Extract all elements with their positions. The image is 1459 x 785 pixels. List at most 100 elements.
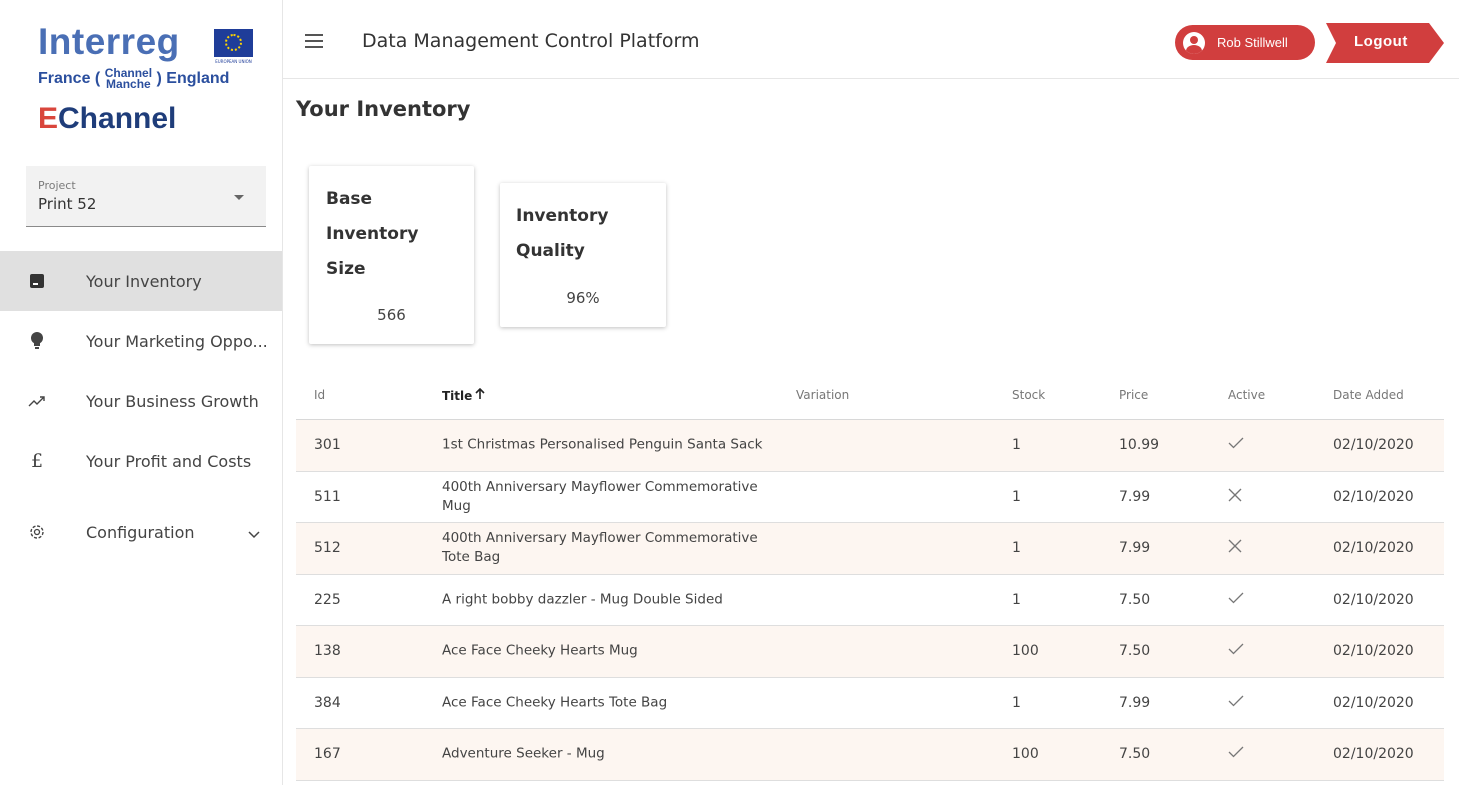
trending-up-icon	[27, 391, 47, 411]
inventory-table: Id Title Variation Stock Price Active Da…	[296, 369, 1444, 781]
logout-button[interactable]: Logout	[1326, 23, 1444, 63]
project-select[interactable]: Project Print 52	[26, 166, 266, 227]
cell-price: 7.50	[1119, 643, 1151, 660]
cell-id: 225	[314, 591, 341, 608]
cell-date-added: 02/10/2020	[1333, 746, 1414, 763]
cell-stock: 1	[1012, 488, 1021, 505]
cell-stock: 100	[1012, 643, 1039, 660]
logo-region-stack: Channel Manche	[105, 67, 152, 91]
sidebar-item-your-marketing-opportunities[interactable]: Your Marketing Oppo...	[0, 311, 282, 371]
table-row[interactable]: 511 400th Anniversary Mayflower Commemora…	[296, 472, 1444, 523]
logo-region-left: France (	[38, 70, 101, 88]
logo-region-bottom: Manche	[106, 77, 151, 91]
logo-region: France ( Channel Manche ) England	[38, 67, 230, 91]
cell-date-added: 02/10/2020	[1333, 437, 1414, 454]
cell-price: 7.50	[1119, 746, 1151, 763]
cell-date-added: 02/10/2020	[1333, 643, 1414, 660]
app-title: Data Management Control Platform	[362, 30, 700, 52]
table-row[interactable]: 384 Ace Face Cheeky Hearts Tote Bag 1 7.99 0…	[296, 678, 1444, 729]
close-icon	[1228, 539, 1242, 557]
logo-product-e: E	[38, 102, 59, 135]
cell-price: 7.99	[1119, 540, 1151, 557]
pound-icon: £	[30, 450, 44, 472]
check-icon	[1228, 643, 1244, 659]
card-title: Base Inventory Size	[326, 189, 419, 279]
sidebar-item-configuration[interactable]: Configuration	[0, 502, 282, 562]
eu-caption: EUROPEAN UNION	[215, 59, 252, 64]
cell-title: 400th Anniversary Mayflower Commemorativ…	[442, 530, 758, 566]
cell-id: 138	[314, 643, 341, 660]
table-row[interactable]: 225 A right bobby dazzler - Mug Double Si…	[296, 575, 1444, 626]
cell-title: 400th Anniversary Mayflower Commemorativ…	[442, 478, 758, 514]
column-header-stock[interactable]: Stock	[1012, 388, 1045, 402]
base-inventory-size-card: Base Inventory Size 566	[309, 166, 474, 344]
logout-label: Logout	[1354, 33, 1408, 50]
card-value: 566	[377, 306, 406, 324]
cell-id: 512	[314, 540, 341, 557]
table-body: 301 1st Christmas Personalised Penguin Sa…	[296, 420, 1444, 781]
check-icon	[1228, 592, 1244, 608]
card-title: Inventory Quality	[516, 206, 609, 261]
cell-price: 7.50	[1119, 591, 1151, 608]
cell-stock: 1	[1012, 694, 1021, 711]
cell-title: 1st Christmas Personalised Penguin Santa…	[442, 436, 763, 453]
menu-icon[interactable]	[305, 34, 323, 48]
cell-stock: 1	[1012, 540, 1021, 557]
cell-date-added: 02/10/2020	[1333, 591, 1414, 608]
project-select-label: Project	[38, 179, 76, 192]
card-value: 96%	[566, 289, 600, 307]
cell-stock: 1	[1012, 591, 1021, 608]
logo-region-right: ) England	[156, 70, 230, 88]
project-select-value: Print 52	[38, 195, 97, 213]
eu-flag-icon: EUROPEAN UNION	[214, 29, 253, 64]
sidebar-item-label: Your Profit and Costs	[86, 451, 252, 471]
cell-title: Ace Face Cheeky Hearts Tote Bag	[442, 694, 668, 711]
page-title: Your Inventory	[296, 97, 471, 121]
table-row[interactable]: 138 Ace Face Cheeky Hearts Mug 100 7.50 02/1…	[296, 626, 1444, 678]
logo-product: EChannel	[38, 102, 176, 136]
gear-icon	[27, 522, 47, 542]
column-header-price[interactable]: Price	[1119, 388, 1148, 402]
column-header-active[interactable]: Active	[1228, 388, 1265, 402]
sidebar-item-label: Your Inventory	[86, 271, 202, 291]
cell-price: 7.99	[1119, 694, 1151, 711]
sort-ascending-icon	[475, 387, 485, 403]
check-icon	[1228, 437, 1244, 453]
cell-price: 7.99	[1119, 488, 1151, 505]
user-avatar-icon	[1183, 31, 1205, 54]
cell-stock: 1	[1012, 437, 1021, 454]
lightbulb-icon	[27, 331, 47, 351]
user-profile-button[interactable]: Rob Stillwell	[1175, 25, 1315, 60]
user-name: Rob Stillwell	[1217, 35, 1288, 50]
sidebar-item-label: Your Business Growth	[86, 391, 259, 411]
column-header-id[interactable]: Id	[314, 388, 325, 402]
close-icon	[1228, 488, 1242, 506]
table-header: Id Title Variation Stock Price Active Da…	[296, 369, 1444, 420]
chevron-down-icon	[248, 524, 260, 543]
table-row[interactable]: 167 Adventure Seeker - Mug 100 7.50 02/10/20…	[296, 729, 1444, 781]
sidebar-item-label: Your Marketing Oppo...	[86, 331, 268, 351]
column-header-title[interactable]: Title	[442, 387, 485, 403]
cell-date-added: 02/10/2020	[1333, 540, 1414, 557]
table-row[interactable]: 512 400th Anniversary Mayflower Commemora…	[296, 523, 1444, 575]
cell-id: 167	[314, 746, 341, 763]
sidebar-item-your-business-growth[interactable]: Your Business Growth	[0, 371, 282, 431]
interreg-echannel-logo[interactable]: Interreg EUROPEAN UNION France ( Channel…	[38, 22, 268, 140]
cell-id: 384	[314, 694, 341, 711]
sidebar-item-your-inventory[interactable]: Your Inventory	[0, 251, 282, 311]
cell-date-added: 02/10/2020	[1333, 488, 1414, 505]
check-icon	[1228, 746, 1244, 762]
logo-product-rest: Channel	[58, 102, 177, 135]
column-header-date-added[interactable]: Date Added	[1333, 388, 1404, 402]
top-bar: Data Management Control Platform Rob Sti…	[283, 0, 1459, 79]
column-header-variation[interactable]: Variation	[796, 388, 849, 402]
sidebar: Interreg EUROPEAN UNION France ( Channel…	[0, 0, 283, 785]
sidebar-item-your-profit-and-costs[interactable]: £ Your Profit and Costs	[0, 431, 282, 491]
cell-id: 301	[314, 437, 341, 454]
inventory-quality-card: Inventory Quality 96%	[500, 183, 666, 327]
inventory-icon	[27, 271, 47, 291]
dropdown-caret-icon	[234, 195, 244, 200]
cell-date-added: 02/10/2020	[1333, 694, 1414, 711]
table-row[interactable]: 301 1st Christmas Personalised Penguin Sa…	[296, 420, 1444, 472]
column-header-title-label: Title	[442, 389, 473, 403]
